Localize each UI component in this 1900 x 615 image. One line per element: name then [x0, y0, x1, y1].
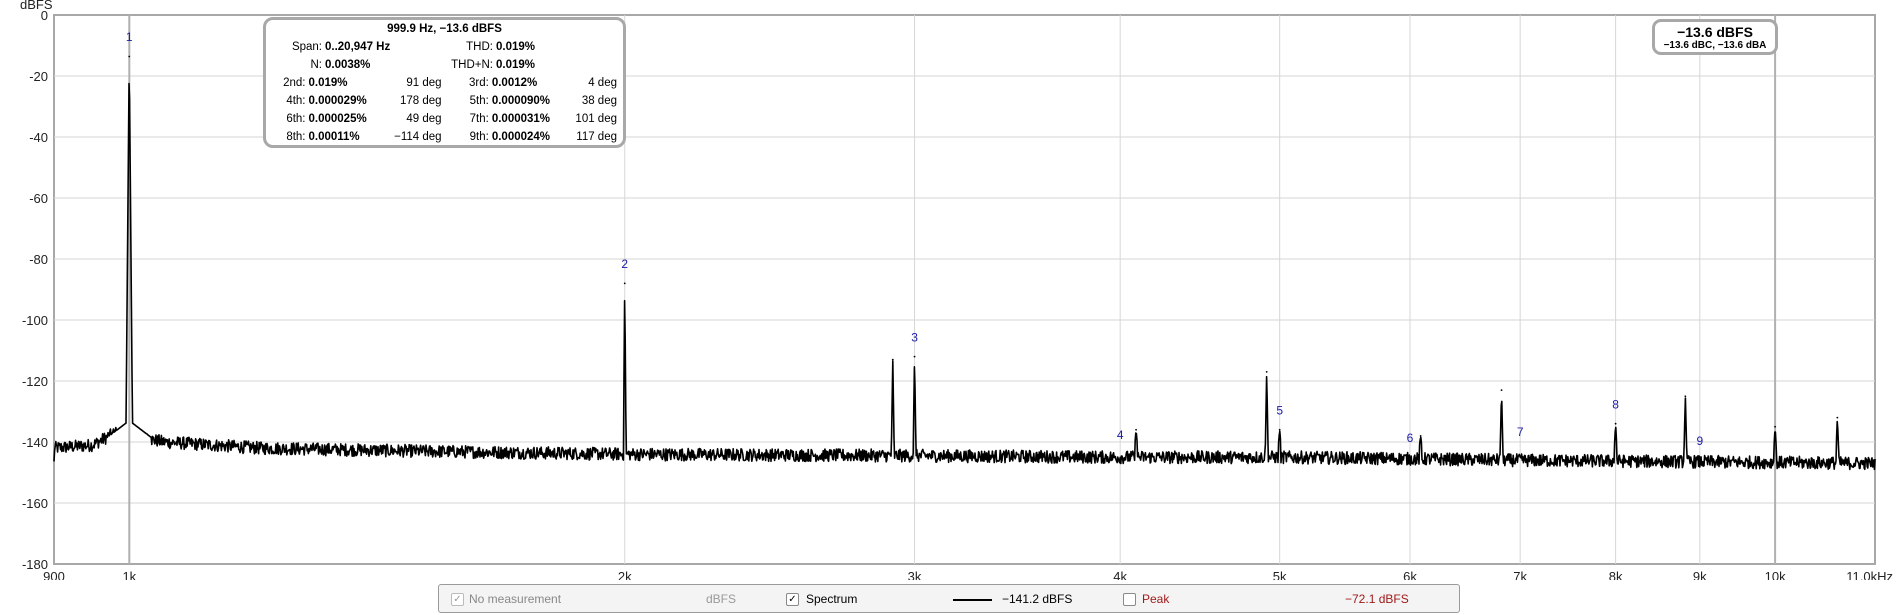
- spectrum-peak-point: [1774, 425, 1777, 428]
- harmonic-row: 4th: 0.000029% 178 deg 5th: 0.000090% 38 deg: [272, 92, 617, 110]
- y-tick-label: -20: [29, 69, 48, 84]
- harmonic-marker-label: 2: [621, 257, 628, 271]
- harmonic-label: 6th:: [286, 113, 306, 125]
- spectrum-line-swatch: [953, 599, 992, 601]
- harmonic-marker-label: 1: [126, 30, 133, 44]
- harmonic-label-b: 3rd:: [469, 77, 489, 89]
- no-measurement-label: No measurement: [469, 592, 562, 606]
- thdn-value: 0.019%: [496, 59, 536, 71]
- x-tick-label: 1k: [122, 569, 136, 580]
- peak-checkbox[interactable]: [1123, 593, 1136, 606]
- x-tick-label: 4k: [1113, 569, 1127, 580]
- spectrum-value: −141.2 dBFS: [1002, 592, 1073, 606]
- harmonic-value-b: 0.000090%: [491, 95, 551, 107]
- span-label: Span:: [291, 41, 322, 53]
- spectrum-peak-point: [1836, 416, 1839, 419]
- no-measurement-unit: dBFS: [706, 592, 737, 606]
- x-tick-label: 5k: [1273, 569, 1287, 580]
- peak-label: Peak: [1142, 592, 1170, 606]
- harmonic-deg: 49 deg: [406, 113, 442, 125]
- y-tick-label: -140: [22, 435, 48, 450]
- spectrum-peak-point: [891, 358, 894, 361]
- spectrum-peak-point: [1614, 422, 1617, 425]
- spectrum-peak-point: [1265, 370, 1268, 373]
- y-tick-label: -100: [22, 313, 48, 328]
- x-tick-label: 10k: [1765, 569, 1786, 580]
- distortion-info-panel[interactable]: 999.9 Hz, −13.6 dBFS Span: 0..20,947 Hz …: [263, 17, 626, 148]
- harmonic-value: 0.000029%: [308, 95, 367, 107]
- level-readout: −13.6 dBFS −13.6 dBC, −13.6 dBA: [1652, 19, 1778, 55]
- y-tick-label: -180: [22, 557, 48, 572]
- harmonic-deg-b: 4 deg: [588, 77, 617, 89]
- spectrum-peak-point: [128, 55, 131, 58]
- harmonic-marker-label: 9: [1696, 434, 1703, 448]
- harmonic-value-b: 0.000024%: [491, 131, 551, 143]
- y-axis-labels: 0-20-40-60-80-100-120-140-160-180: [22, 8, 48, 572]
- harmonic-label: 8th:: [286, 131, 306, 143]
- harmonic-label-b: 5th:: [469, 95, 489, 107]
- harmonic-deg-b: 117 deg: [576, 131, 617, 143]
- level-sub: −13.6 dBC, −13.6 dBA: [1663, 40, 1767, 51]
- harmonic-row: 6th: 0.000025% 49 deg 7th: 0.000031% 101 deg: [272, 110, 617, 128]
- fundamental-readout: 999.9 Hz, −13.6 dBFS: [387, 23, 502, 35]
- harmonic-deg: 178 deg: [399, 95, 442, 107]
- spectrum-peak-point: [1278, 428, 1281, 431]
- harmonic-value: 0.019%: [308, 77, 348, 89]
- thdn-label: THD+N:: [451, 59, 493, 71]
- harmonic-deg: −114 deg: [394, 131, 442, 143]
- y-axis-unit: dBFS: [20, 0, 53, 12]
- peak-value: −72.1 dBFS: [1345, 592, 1409, 606]
- x-tick-label: 8k: [1609, 569, 1623, 580]
- x-axis-labels: 900 1k 2k 3k 4k 5k 6k 7k 8k 9k 10k 11.0kHz: [43, 569, 1893, 580]
- level-main: −13.6 dBFS: [1677, 24, 1753, 40]
- x-tick-label: 9k: [1693, 569, 1707, 580]
- harmonic-marker-label: 8: [1612, 397, 1619, 411]
- thd-value: 0.019%: [496, 41, 536, 53]
- no-measurement-checkbox[interactable]: ✓: [451, 593, 464, 606]
- y-tick-label: -40: [29, 130, 48, 145]
- x-tick-label: 2k: [618, 569, 632, 580]
- spectrum-peak-point: [913, 355, 916, 358]
- noise-label: N:: [310, 59, 323, 71]
- harmonic-marker-label: 5: [1276, 404, 1283, 418]
- y-tick-label: -120: [22, 374, 48, 389]
- spectrum-checkbox[interactable]: ✓: [786, 593, 799, 606]
- harmonic-marker-label: 4: [1117, 428, 1124, 442]
- harmonic-value-b: 0.0012%: [491, 77, 538, 89]
- harmonic-label: 4th:: [286, 95, 306, 107]
- spectrum-peak-point: [1135, 428, 1137, 431]
- spectrum-label: Spectrum: [806, 592, 858, 606]
- noise-value: 0.0038%: [325, 59, 371, 71]
- spectrum-peak-point: [623, 282, 626, 285]
- harmonic-row: 8th: 0.00011% −114 deg 9th: 0.000024% 117 deg: [272, 128, 617, 146]
- y-tick-label: -160: [22, 496, 48, 511]
- harmonic-label-b: 7th:: [469, 113, 489, 125]
- y-tick-label: -80: [29, 252, 48, 267]
- x-tick-label: 3k: [908, 569, 922, 580]
- harmonic-value: 0.000025%: [308, 113, 367, 125]
- x-tick-label: 7k: [1513, 569, 1527, 580]
- harmonic-marker-label: 7: [1517, 425, 1524, 439]
- x-axis-end-label: 11.0kHz: [1846, 569, 1893, 580]
- harmonic-marker-label: 6: [1407, 431, 1414, 445]
- harmonic-marker-label: 3: [911, 330, 918, 344]
- spectrum-peak-point: [1684, 395, 1687, 398]
- harmonic-row: 2nd: 0.019% 91 deg 3rd: 0.0012% 4 deg: [272, 74, 617, 92]
- x-tick-label: 6k: [1403, 569, 1417, 580]
- thd-label: THD:: [466, 41, 493, 53]
- spectrum-peak-point: [1419, 435, 1422, 437]
- harmonic-value: 0.00011%: [308, 131, 360, 143]
- span-value: 0..20,947 Hz: [325, 41, 391, 53]
- legend-bar: ✓ No measurement dBFS ✓ Spectrum −141.2 …: [438, 584, 1460, 613]
- harmonic-deg-b: 101 deg: [575, 113, 617, 125]
- y-tick-label: -60: [29, 191, 48, 206]
- harmonic-deg: 91 deg: [406, 77, 442, 89]
- harmonic-deg-b: 38 deg: [581, 95, 617, 107]
- spectrum-peak-point: [1500, 389, 1503, 392]
- harmonic-value-b: 0.000031%: [491, 113, 551, 125]
- harmonic-label: 2nd:: [283, 77, 306, 89]
- harmonic-label-b: 9th:: [469, 131, 489, 143]
